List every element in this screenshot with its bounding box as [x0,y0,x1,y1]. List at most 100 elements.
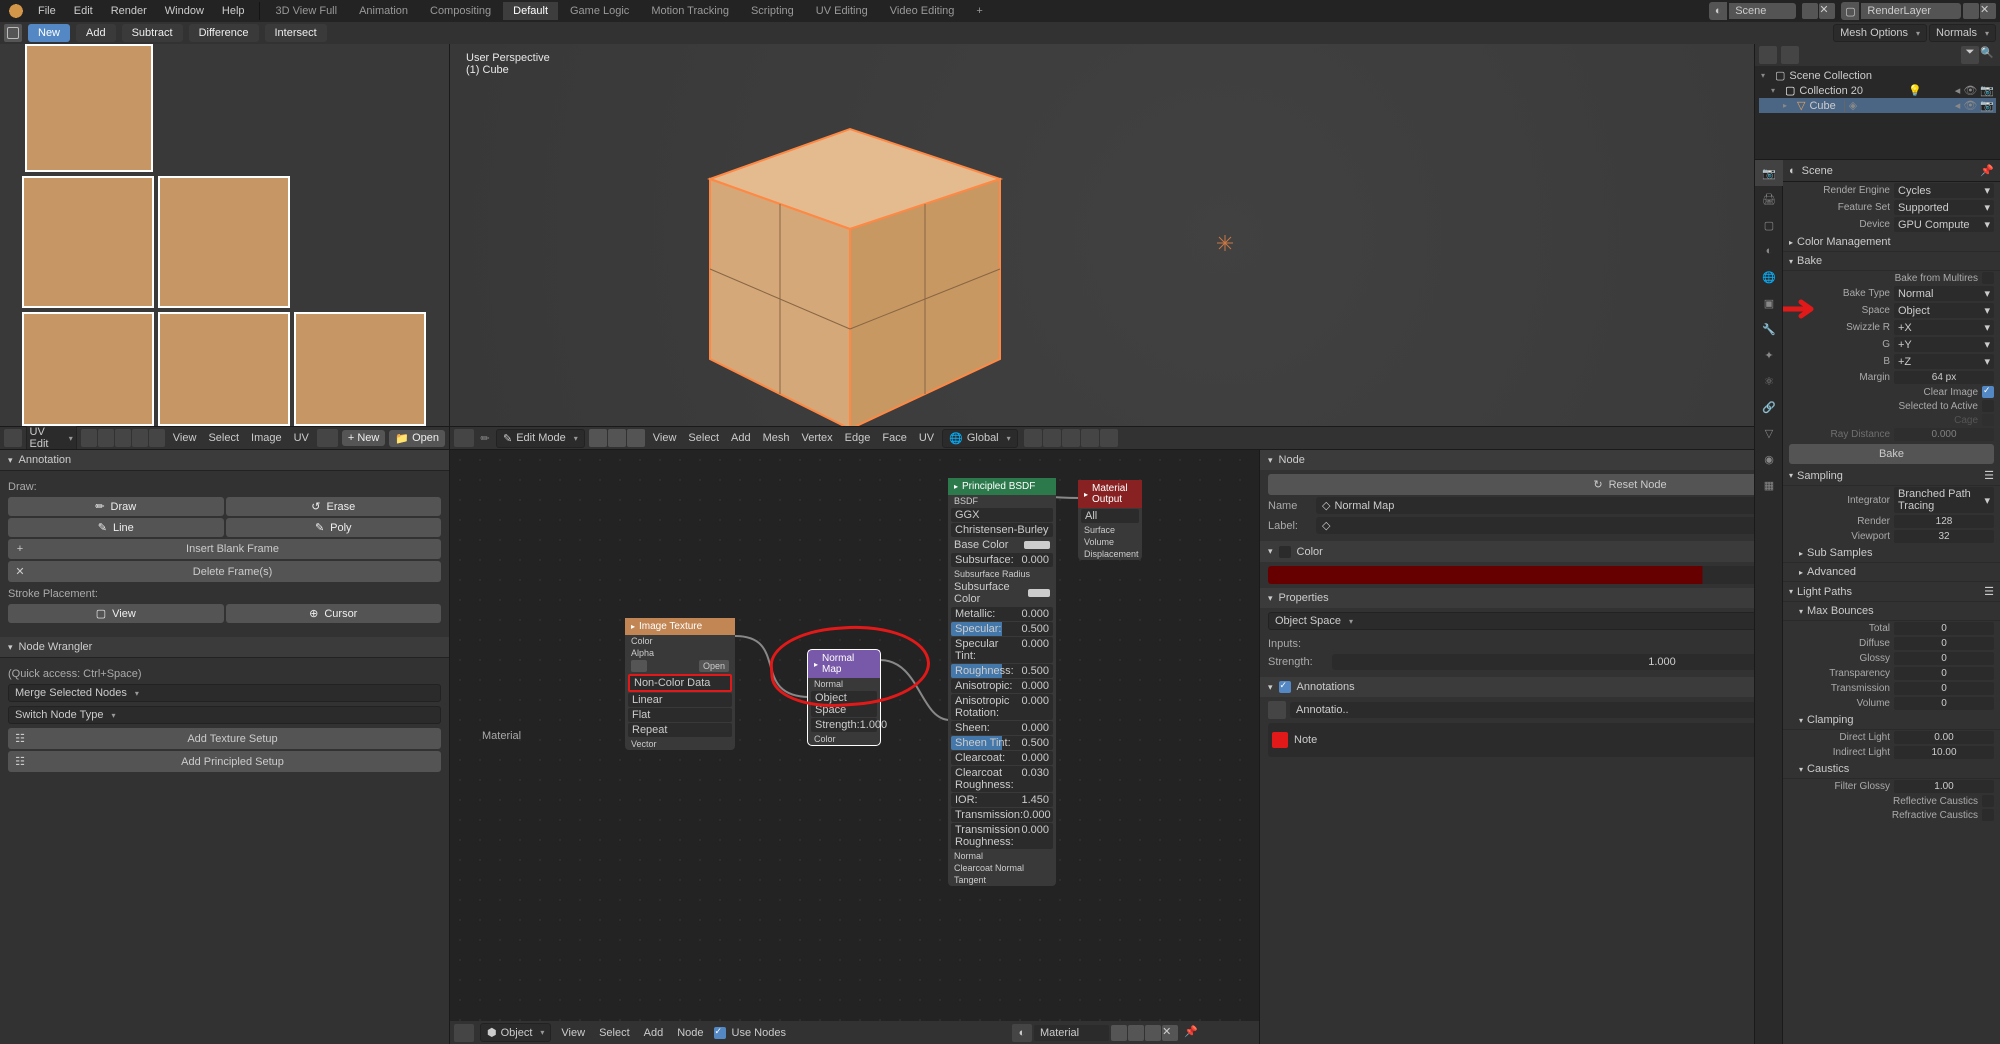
view3d-menu-add[interactable]: Add [727,432,755,444]
node-menu-view[interactable]: View [557,1027,589,1039]
integrator-dropdown[interactable]: Branched Path Tracing▾ [1894,487,1994,513]
refr-caustics-checkbox[interactable] [1982,809,1994,821]
uv-open-button[interactable]: 📁Open [389,430,445,447]
workspace-tab[interactable]: Video Editing [880,2,965,20]
caustics-section[interactable]: Caustics [1783,760,2000,779]
subtract-button[interactable]: Subtract [122,24,183,42]
restrict-view-icon[interactable]: 👁 [1963,84,1977,97]
diffuse-field[interactable]: 0 [1894,637,1994,650]
filter-icon[interactable]: ⏷ [1961,46,1979,64]
renderlayer-icon[interactable]: ▢ [1841,2,1859,20]
mesh-select-face-icon[interactable] [627,429,645,447]
distribution-dropdown[interactable]: GGX [951,508,1053,522]
sampling-section[interactable]: Sampling☰ [1783,466,2000,486]
view3d-menu-uv[interactable]: UV [915,432,938,444]
grease-pencil-icon[interactable]: ✏ [478,432,492,445]
prop-tab-physics[interactable]: ⚛ [1755,368,1783,394]
filter-search-icon[interactable]: 🔍 [1980,46,1996,62]
glossy-field[interactable]: 0 [1894,652,1994,665]
restrict-sel-icon[interactable]: ◂ [1955,84,1961,97]
delete-frames-button[interactable]: ✕Delete Frame(s) [8,561,441,582]
specular-field[interactable]: Specular:0.500 [951,622,1053,636]
cc-rough-field[interactable]: Clearcoat Roughness:0.030 [951,766,1053,792]
scene-name-field[interactable]: Scene [1729,3,1796,19]
filter-glossy-field[interactable]: 1.00 [1894,780,1994,793]
open-image-button[interactable]: Open [699,660,729,672]
poly-button[interactable]: ✎Poly [226,518,442,537]
swizzle-b-dropdown[interactable]: +Z▾ [1894,354,1994,369]
prop-tab-object[interactable]: ▣ [1755,290,1783,316]
metallic-field[interactable]: Metallic:0.000 [951,607,1053,621]
margin-field[interactable]: 64 px [1894,371,1994,384]
stroke-cursor-button[interactable]: ⊕Cursor [226,604,442,623]
prop-tab-render[interactable]: 📷 [1755,160,1783,186]
restrict-sel-icon[interactable]: ◂ [1955,99,1961,112]
viewport-samples-field[interactable]: 32 [1894,530,1994,543]
socket-sub-color[interactable]: Subsurface Color [948,580,1056,606]
prop-tab-texture[interactable]: ▦ [1755,472,1783,498]
node-wrangler-header[interactable]: Node Wrangler [0,637,449,658]
workspace-tab-active[interactable]: Default [503,2,558,20]
snap-icon[interactable] [1043,429,1061,447]
image-browse-icon[interactable] [631,660,647,672]
prop-tab-scene[interactable]: ◐ [1755,238,1783,264]
mesh-select-edge-icon[interactable] [608,429,626,447]
menu-render[interactable]: Render [103,2,155,20]
projection-dropdown[interactable]: Flat [628,708,732,722]
intersect-button[interactable]: Intersect [265,24,327,42]
aniso-field[interactable]: Anisotropic:0.000 [951,679,1053,693]
clear-image-checkbox[interactable] [1982,386,1994,398]
socket-surface[interactable]: Surface [1078,524,1142,536]
add-principled-setup-button[interactable]: ☷Add Principled Setup [8,751,441,772]
restrict-view-icon[interactable]: 👁 [1963,99,1977,112]
uv-sel-sync-icon[interactable] [81,429,97,447]
close-mat-icon[interactable]: ✕ [1162,1025,1178,1041]
workspace-tab[interactable]: Animation [349,2,418,20]
editor-type-icon[interactable] [454,1024,474,1042]
socket-displacement[interactable]: Displacement [1078,548,1142,560]
uv-menu-view[interactable]: View [169,432,201,444]
menu-file[interactable]: File [30,2,64,20]
socket-cc-normal[interactable]: Clearcoat Normal [948,862,1056,874]
sss-method-dropdown[interactable]: Christensen-Burley [951,523,1053,537]
node-menu-add[interactable]: Add [640,1027,668,1039]
snap-type-icon[interactable] [1062,429,1080,447]
view3d-menu-vertex[interactable]: Vertex [797,432,836,444]
uv-mode-dropdown[interactable]: UV Edit [26,424,77,452]
orientation-dropdown[interactable]: 🌐Global [942,429,1018,448]
use-nodes-checkbox[interactable] [714,1027,726,1039]
workspace-tab[interactable]: Compositing [420,2,501,20]
node-principled-bsdf[interactable]: Principled BSDF BSDF GGX Christensen-Bur… [948,478,1056,886]
indirect-light-field[interactable]: 10.00 [1894,746,1994,759]
workspace-tab[interactable]: Game Logic [560,2,639,20]
pin-material-icon[interactable]: 📌 [1184,1025,1200,1041]
refl-caustics-checkbox[interactable] [1982,795,1994,807]
uv-menu-image[interactable]: Image [247,432,286,444]
node-editor[interactable]: Material Image Texture Color Alpha Open … [450,449,1260,1044]
color-checkbox[interactable] [1279,546,1291,558]
trans-rough-field[interactable]: Transmission Roughness:0.000 [951,823,1053,849]
transmission-field[interactable]: 0 [1894,682,1994,695]
socket-alpha[interactable]: Alpha [625,647,735,659]
new-button[interactable]: New [28,24,70,42]
socket-vector[interactable]: Vector [625,738,735,750]
transmission-field[interactable]: Transmission:0.000 [951,808,1053,822]
prop-tab-modifier[interactable]: 🔧 [1755,316,1783,342]
switch-node-type-dropdown[interactable]: Switch Node Type [8,706,441,724]
bake-multires-checkbox[interactable] [1982,272,1994,284]
node-image-texture[interactable]: Image Texture Color Alpha Open Non-Color… [625,618,735,750]
view3d-menu-view[interactable]: View [649,432,681,444]
sheen-tint-field[interactable]: Sheen Tint:0.500 [951,736,1053,750]
menu-edit[interactable]: Edit [66,2,101,20]
view3d-menu-select[interactable]: Select [684,432,723,444]
add-workspace-button[interactable]: + [966,2,992,20]
renderlayer-field[interactable]: RenderLayer [1861,3,1961,19]
new-mat-icon[interactable] [1145,1025,1161,1041]
workspace-tab[interactable]: Motion Tracking [641,2,739,20]
draw-button[interactable]: ✏Draw [8,497,224,516]
outliner-cube[interactable]: ▸▽Cube◈ ◂👁📷 [1759,98,1996,113]
interp-dropdown[interactable]: Linear [628,693,732,707]
node-material-output[interactable]: Material Output All Surface Volume Displ… [1078,480,1142,560]
spec-tint-field[interactable]: Specular Tint:0.000 [951,637,1053,663]
socket-sub-radius[interactable]: Subsurface Radius [948,568,1056,580]
